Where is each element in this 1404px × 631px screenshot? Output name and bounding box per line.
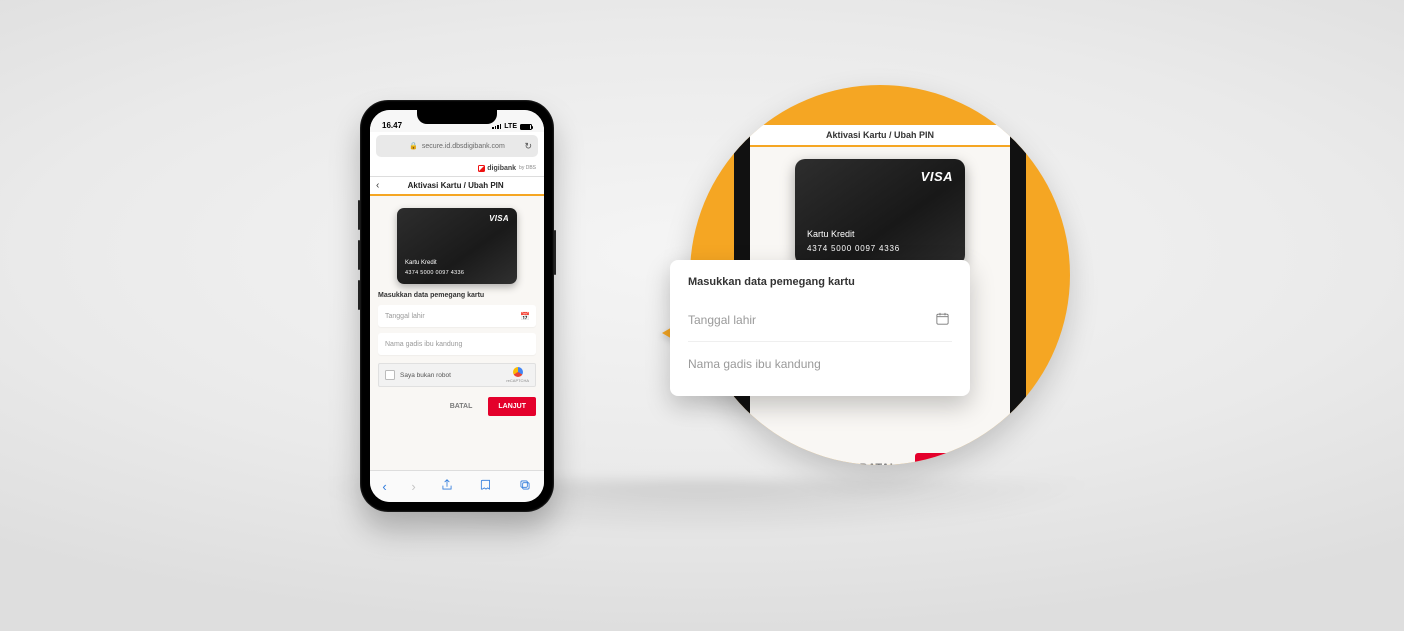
signal-icon	[492, 124, 501, 129]
recaptcha-badge: reCAPTCHA	[506, 367, 529, 383]
zoom-callout: Aktivasi Kartu / Ubah PIN VISA Kartu Kre…	[650, 75, 1090, 515]
zoom-card-number: 4374 5000 0097 4336	[807, 244, 900, 253]
lock-icon: 🔒	[409, 142, 418, 150]
zoom-dob-placeholder: Tanggal lahir	[688, 313, 756, 327]
recaptcha-widget[interactable]: Saya bukan robot reCAPTCHA	[378, 363, 536, 387]
calendar-icon[interactable]: 📅	[520, 312, 530, 321]
phone-screen: 16.47 LTE 🔒 secure.id.dbsdigibank.com ↻ …	[370, 110, 544, 502]
zoom-card-brand: VISA	[921, 169, 953, 184]
card-number: 4374 5000 0097 4336	[405, 270, 464, 276]
page-title: Aktivasi Kartu / Ubah PIN	[373, 181, 538, 190]
captcha-checkbox[interactable]	[385, 370, 395, 380]
zoom-page-title: Aktivasi Kartu / Ubah PIN	[750, 125, 1010, 147]
zoom-dob-input[interactable]: Tanggal lahir	[688, 298, 952, 342]
network-label: LTE	[504, 123, 517, 130]
tabs-icon[interactable]	[518, 478, 532, 495]
browser-back-icon[interactable]: ‹	[382, 479, 386, 494]
zoom-phone-bezel-right	[1010, 125, 1026, 465]
zoom-calendar-icon[interactable]	[935, 311, 950, 329]
bookmarks-icon[interactable]	[479, 478, 493, 495]
recaptcha-icon	[513, 367, 523, 377]
brand-header: digibank by DBS	[370, 160, 544, 176]
cancel-button[interactable]: BATAL	[442, 397, 481, 416]
form-section-label: Masukkan data pemegang kartu	[378, 292, 536, 299]
credit-card-visual: VISA Kartu Kredit 4374 5000 0097 4336	[397, 208, 517, 284]
zoom-form-card: Masukkan data pemegang kartu Tanggal lah…	[670, 260, 970, 396]
brand-logo-icon	[478, 165, 485, 172]
brand-name: digibank	[487, 165, 516, 172]
status-time: 16.47	[382, 121, 402, 130]
reload-icon[interactable]: ↻	[524, 141, 532, 152]
zoom-cancel-button[interactable]: BATAL	[860, 462, 897, 465]
card-type-label: Kartu Kredit	[405, 260, 437, 266]
brand-suffix: by DBS	[519, 165, 536, 171]
share-icon[interactable]	[440, 478, 454, 495]
mother-placeholder: Nama gadis ibu kandung	[385, 341, 462, 348]
zoom-credit-card-visual: VISA Kartu Kredit 4374 5000 0097 4336	[795, 159, 965, 265]
next-button[interactable]: LANJUT	[488, 397, 536, 416]
captcha-label: Saya bukan robot	[400, 372, 451, 379]
battery-icon	[520, 124, 532, 130]
mother-maiden-input[interactable]: Nama gadis ibu kandung	[378, 333, 536, 355]
page-titlebar: ‹ Aktivasi Kartu / Ubah PIN	[370, 176, 544, 196]
zoom-mother-maiden-input[interactable]: Nama gadis ibu kandung	[688, 342, 952, 386]
url-text: secure.id.dbsdigibank.com	[422, 143, 505, 150]
card-brand: VISA	[489, 214, 509, 223]
zoom-form-section-label: Masukkan data pemegang kartu	[688, 276, 952, 288]
browser-forward-icon: ›	[411, 479, 415, 494]
phone-notch	[417, 110, 497, 124]
address-bar[interactable]: 🔒 secure.id.dbsdigibank.com ↻	[376, 135, 538, 157]
zoom-mother-placeholder: Nama gadis ibu kandung	[688, 357, 821, 371]
browser-tab-bar: ‹ ›	[370, 470, 544, 502]
zoom-card-type-label: Kartu Kredit	[807, 229, 855, 239]
page-content: VISA Kartu Kredit 4374 5000 0097 4336 Ma…	[370, 196, 544, 470]
zoom-next-button[interactable]: LANJUT	[915, 453, 992, 465]
dob-placeholder: Tanggal lahir	[385, 313, 425, 320]
dob-input[interactable]: Tanggal lahir 📅	[378, 305, 536, 327]
phone-frame: 16.47 LTE 🔒 secure.id.dbsdigibank.com ↻ …	[360, 100, 554, 512]
